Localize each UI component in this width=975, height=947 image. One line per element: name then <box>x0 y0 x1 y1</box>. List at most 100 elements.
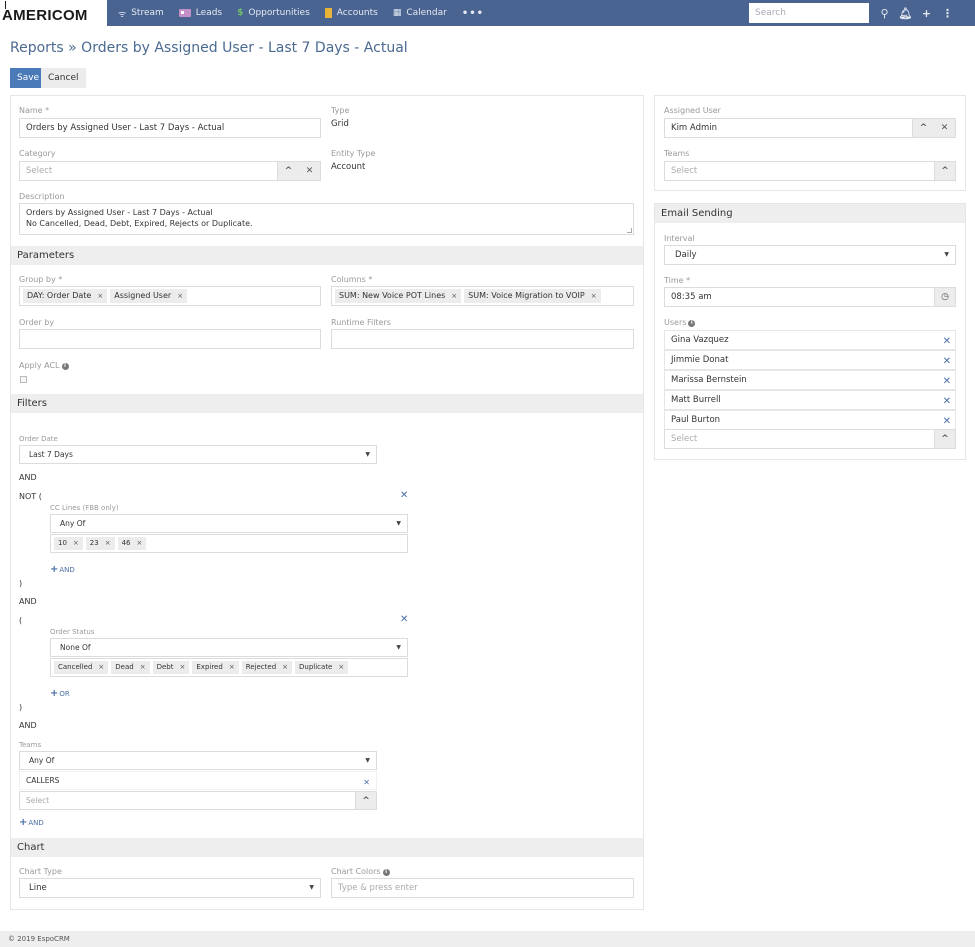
nav-item-label: Stream <box>131 8 164 18</box>
nav-item-calendar[interactable]: ▦ Calendar <box>393 8 447 18</box>
group-by-label: Group by * <box>19 275 63 284</box>
chevron-up-icon[interactable]: ^ <box>920 123 928 133</box>
tag-label: 10 <box>58 539 67 547</box>
order-by-input[interactable] <box>19 329 321 349</box>
teams-filter-label: Teams <box>19 741 42 749</box>
remove-icon[interactable]: × <box>338 663 344 671</box>
resize-handle[interactable] <box>627 228 632 233</box>
caret-down-icon: ▼ <box>365 451 370 458</box>
chart-type-select[interactable]: Line ▼ <box>19 878 321 898</box>
footer: © 2019 EspoCRM <box>0 931 975 947</box>
value-tag: 23 × <box>85 537 115 550</box>
more-menu-button[interactable]: ••• <box>462 8 484 19</box>
cc-lines-operator-select[interactable]: Any Of ▼ <box>50 514 408 533</box>
order-by-label: Order by <box>19 318 55 327</box>
nav-item-opportunities[interactable]: $ Opportunities <box>237 8 310 18</box>
chart-colors-input[interactable]: Type & press enter <box>331 878 634 898</box>
order-status-operator-select[interactable]: None Of ▼ <box>50 638 408 657</box>
users-select[interactable]: Select <box>664 429 935 449</box>
logo[interactable]: AMERICOM <box>0 0 107 26</box>
user-name: Jimmie Donat <box>671 355 729 365</box>
remove-icon[interactable]: × <box>177 292 183 300</box>
order-date-select[interactable]: Last 7 Days ▼ <box>19 445 377 464</box>
plus-icon: + <box>50 564 59 575</box>
info-icon[interactable]: i <box>61 363 69 370</box>
add-and-link[interactable]: +AND <box>50 564 75 575</box>
email-sending-panel: Email Sending Interval Daily ▼ Time * 08… <box>654 203 966 460</box>
remove-icon[interactable]: ✕ <box>363 774 370 792</box>
apply-acl-checkbox[interactable] <box>20 376 27 383</box>
tag-label: Rejected <box>245 663 277 671</box>
value-tag: Cancelled × <box>54 661 109 674</box>
description-line: No Cancelled, Dead, Debt, Expired, Rejec… <box>26 219 253 228</box>
global-search-input[interactable] <box>749 3 869 23</box>
plus-icon[interactable]: + <box>916 7 937 20</box>
select-value: None Of <box>60 643 91 652</box>
select-value: Last 7 Days <box>29 450 73 459</box>
tag-label: Dead <box>115 663 134 671</box>
teams-select[interactable]: Select <box>664 161 935 181</box>
add-and-link[interactable]: +AND <box>19 817 44 828</box>
remove-icon[interactable]: ✕ <box>943 393 951 411</box>
group-by-input[interactable]: DAY: Order Date × Assigned User × <box>19 286 321 306</box>
teams-addon[interactable]: ^ <box>935 161 956 181</box>
nav-item-label: Accounts <box>336 8 378 18</box>
add-or-link[interactable]: +OR <box>50 688 70 699</box>
remove-icon[interactable]: × <box>97 292 103 300</box>
menu-kebab-icon[interactable]: ⋮ <box>937 7 958 20</box>
bell-icon[interactable]: 🔔︎ <box>895 7 916 20</box>
remove-icon[interactable]: × <box>591 292 597 300</box>
time-picker-button[interactable]: ◷ <box>935 287 956 307</box>
time-input[interactable]: 08:35 am <box>664 287 935 307</box>
columns-input[interactable]: SUM: New Voice POT Lines × SUM: Voice Migr… <box>331 286 634 306</box>
remove-icon[interactable]: × <box>140 663 146 671</box>
clear-icon[interactable]: ✕ <box>941 123 949 133</box>
category-select[interactable]: Select <box>19 161 278 181</box>
remove-group-icon[interactable]: ✕ <box>400 614 408 625</box>
user-name: Matt Burrell <box>671 395 721 405</box>
info-icon[interactable]: i <box>688 320 696 327</box>
users-text: Users <box>664 318 687 327</box>
remove-icon[interactable]: ✕ <box>943 333 951 351</box>
nav-item-accounts[interactable]: Accounts <box>324 8 378 18</box>
remove-icon[interactable]: × <box>229 663 235 671</box>
teams-operator-select[interactable]: Any Of ▼ <box>19 751 377 770</box>
cc-lines-values-input[interactable]: 10 × 23 × 46 × <box>50 534 408 553</box>
nav-item-leads[interactable]: Leads <box>178 8 222 18</box>
remove-icon[interactable]: × <box>73 539 79 547</box>
users-addon[interactable]: ^ <box>935 429 956 449</box>
user-name: Gina Vazquez <box>671 335 729 345</box>
nav-item-stream[interactable]: ᯤ Stream <box>118 7 164 20</box>
assigned-user-input[interactable]: Kim Admin <box>664 118 913 138</box>
info-icon[interactable]: i <box>382 869 390 876</box>
add-and-label: AND <box>59 566 75 574</box>
value-tag: Debt × <box>152 661 190 674</box>
description-textarea[interactable]: Orders by Assigned User - Last 7 Days - … <box>19 203 634 235</box>
interval-select[interactable]: Daily ▼ <box>664 245 956 265</box>
remove-icon[interactable]: × <box>451 292 457 300</box>
value-tag: Rejected × <box>241 661 293 674</box>
remove-group-icon[interactable]: ✕ <box>400 490 408 501</box>
add-and-label: AND <box>28 819 44 827</box>
remove-icon[interactable]: ✕ <box>943 373 951 391</box>
name-label: Name * <box>19 106 50 115</box>
remove-icon[interactable]: × <box>137 539 143 547</box>
clear-icon[interactable]: ✕ <box>306 166 314 176</box>
name-input[interactable]: Orders by Assigned User - Last 7 Days - … <box>19 118 321 138</box>
teams-filter-select[interactable]: Select <box>19 791 356 810</box>
caret-down-icon: ▼ <box>309 884 314 891</box>
cancel-button[interactable]: Cancel <box>41 68 86 88</box>
and-operator: AND <box>19 473 37 482</box>
order-status-values-input[interactable]: Cancelled × Dead × Debt × Expired × Rejected × Dup… <box>50 658 408 677</box>
runtime-filters-input[interactable] <box>331 329 634 349</box>
remove-icon[interactable]: × <box>105 539 111 547</box>
remove-icon[interactable]: × <box>180 663 186 671</box>
remove-icon[interactable]: × <box>98 663 104 671</box>
search-icon[interactable]: ⚲ <box>874 7 895 20</box>
type-label: Type <box>331 106 350 115</box>
remove-icon[interactable]: ✕ <box>943 353 951 371</box>
users-label: Users i <box>664 318 696 327</box>
chevron-up-icon[interactable]: ^ <box>285 166 293 176</box>
teams-filter-addon[interactable]: ^ <box>356 791 377 810</box>
remove-icon[interactable]: × <box>282 663 288 671</box>
